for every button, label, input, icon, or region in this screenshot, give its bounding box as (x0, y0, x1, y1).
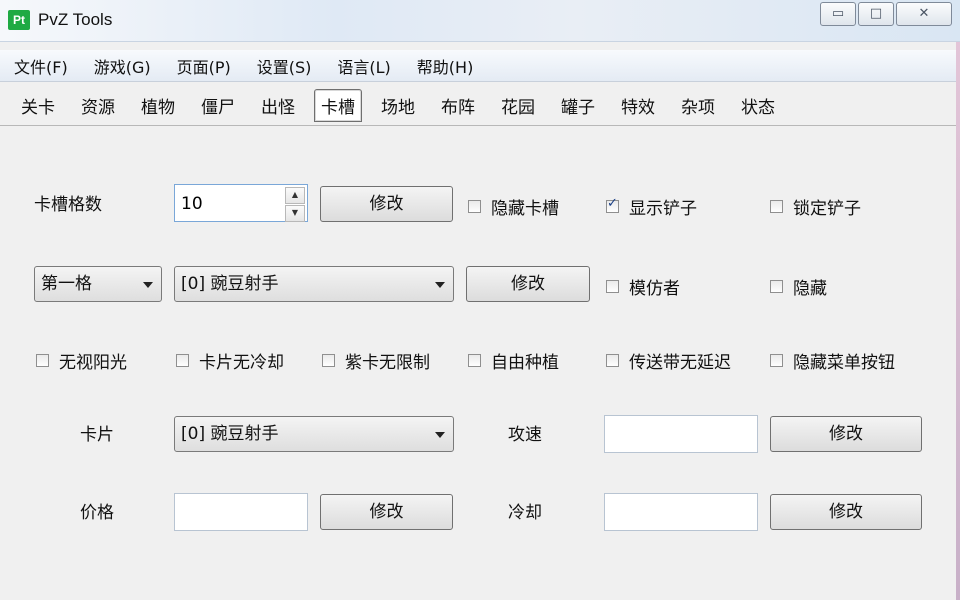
checkbox-box (770, 354, 783, 367)
ignore-sun-checkbox[interactable]: 无视阳光 (36, 348, 127, 373)
spin-up-icon[interactable]: ▲ (285, 187, 305, 204)
chevron-down-icon (143, 282, 153, 288)
slot-count-label: 卡槽格数 (34, 195, 102, 215)
hide-label: 隐藏 (793, 279, 827, 299)
attack-speed-input[interactable] (604, 415, 758, 453)
free-planting-checkbox[interactable]: 自由种植 (468, 348, 559, 373)
slot-count-spinbox: ▲ ▼ (174, 184, 308, 222)
price-label: 价格 (80, 503, 114, 523)
slots-page: 卡槽格数 ▲ ▼ 修改 隐藏卡槽 显示铲子 锁定铲子 第一格 [0] 豌豆射手 … (0, 126, 960, 600)
cooldown-label: 冷却 (508, 503, 542, 523)
tab-garden[interactable]: 花园 (494, 89, 542, 122)
hide-checkbox[interactable]: 隐藏 (770, 274, 827, 299)
cooldown-modify-button[interactable]: 修改 (770, 494, 922, 530)
card-plant-value: [0] 豌豆射手 (181, 424, 279, 444)
tab-vase[interactable]: 罐子 (554, 89, 602, 122)
show-shovel-label: 显示铲子 (629, 199, 697, 219)
ignore-sun-label: 无视阳光 (59, 353, 127, 373)
tab-lawn[interactable]: 场地 (374, 89, 422, 122)
tab-resources[interactable]: 资源 (74, 89, 122, 122)
spin-down-icon[interactable]: ▼ (285, 205, 305, 222)
menu-language[interactable]: 语言(L) (333, 52, 394, 80)
spin-arrows: ▲ ▼ (285, 187, 305, 222)
slot-count-modify-button[interactable]: 修改 (320, 186, 453, 222)
attack-speed-modify-button[interactable]: 修改 (770, 416, 922, 452)
checkbox-box (176, 354, 189, 367)
card-plant-dropdown[interactable]: [0] 豌豆射手 (174, 416, 454, 452)
slot-select-value: 第一格 (41, 274, 92, 294)
app-icon: Pt (8, 10, 30, 30)
conveyor-no-delay-label: 传送带无延迟 (629, 353, 731, 373)
hide-slot-label: 隐藏卡槽 (491, 199, 559, 219)
no-cooldown-label: 卡片无冷却 (199, 353, 284, 373)
slot-plant-dropdown[interactable]: [0] 豌豆射手 (174, 266, 454, 302)
hide-slot-checkbox[interactable]: 隐藏卡槽 (468, 194, 559, 219)
tab-bar: 关卡 资源 植物 僵尸 出怪 卡槽 场地 布阵 花园 罐子 特效 杂项 状态 (0, 86, 960, 126)
close-button[interactable]: ✕ (896, 2, 952, 26)
tab-lineup[interactable]: 布阵 (434, 89, 482, 122)
free-planting-label: 自由种植 (491, 353, 559, 373)
tab-zombies[interactable]: 僵尸 (194, 89, 242, 122)
tab-effects[interactable]: 特效 (614, 89, 662, 122)
chevron-down-icon (435, 432, 445, 438)
purple-unlimited-label: 紫卡无限制 (345, 353, 430, 373)
tab-misc[interactable]: 杂项 (674, 89, 722, 122)
checkbox-box (322, 354, 335, 367)
checkbox-box (468, 354, 481, 367)
checkbox-checked-icon (606, 196, 619, 213)
card-label: 卡片 (80, 425, 114, 445)
conveyor-no-delay-checkbox[interactable]: 传送带无延迟 (606, 348, 731, 373)
lock-shovel-checkbox[interactable]: 锁定铲子 (770, 194, 861, 219)
show-shovel-checkbox[interactable]: 显示铲子 (606, 194, 697, 219)
no-cooldown-checkbox[interactable]: 卡片无冷却 (176, 348, 284, 373)
price-modify-button[interactable]: 修改 (320, 494, 453, 530)
price-input[interactable] (174, 493, 308, 531)
imitater-checkbox[interactable]: 模仿者 (606, 274, 680, 299)
checkbox-box (606, 354, 619, 367)
hide-menu-button-checkbox[interactable]: 隐藏菜单按钮 (770, 348, 895, 373)
menu-file[interactable]: 文件(F) (10, 52, 72, 80)
menu-help[interactable]: 帮助(H) (413, 52, 478, 80)
tab-spawn[interactable]: 出怪 (254, 89, 302, 122)
slot-count-input[interactable] (179, 191, 279, 217)
menu-bar: 文件(F) 游戏(G) 页面(P) 设置(S) 语言(L) 帮助(H) (0, 50, 960, 82)
attack-speed-label: 攻速 (508, 425, 542, 445)
maximize-button[interactable]: □ (858, 2, 894, 26)
purple-unlimited-checkbox[interactable]: 紫卡无限制 (322, 348, 430, 373)
window-title: PvZ Tools (38, 10, 113, 29)
checkbox-box (770, 200, 783, 213)
imitater-label: 模仿者 (629, 279, 680, 299)
tab-plants[interactable]: 植物 (134, 89, 182, 122)
checkbox-box (36, 354, 49, 367)
minimize-button[interactable]: ▭ (820, 2, 856, 26)
chevron-down-icon (435, 282, 445, 288)
menu-game[interactable]: 游戏(G) (90, 52, 155, 80)
slot-modify-button[interactable]: 修改 (466, 266, 590, 302)
lock-shovel-label: 锁定铲子 (793, 199, 861, 219)
window-controls: ▭ □ ✕ (818, 2, 952, 26)
checkbox-box (468, 200, 481, 213)
tab-slots[interactable]: 卡槽 (314, 89, 362, 122)
cooldown-input[interactable] (604, 493, 758, 531)
slot-plant-value: [0] 豌豆射手 (181, 274, 279, 294)
menu-settings[interactable]: 设置(S) (253, 52, 316, 80)
slot-select-dropdown[interactable]: 第一格 (34, 266, 162, 302)
hide-menu-button-label: 隐藏菜单按钮 (793, 353, 895, 373)
menu-page[interactable]: 页面(P) (173, 52, 235, 80)
tab-level[interactable]: 关卡 (14, 89, 62, 122)
checkbox-box (770, 280, 783, 293)
checkbox-box (606, 280, 619, 293)
window-border (956, 42, 960, 600)
title-bar: Pt PvZ Tools ▭ □ ✕ (0, 0, 960, 42)
tab-status[interactable]: 状态 (734, 89, 782, 122)
